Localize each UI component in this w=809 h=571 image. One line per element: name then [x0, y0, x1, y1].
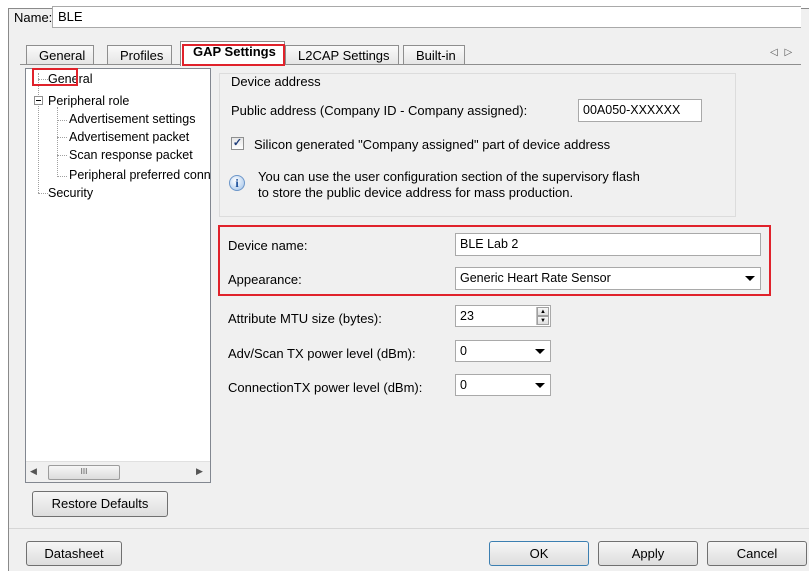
- spin-down-icon[interactable]: ▼: [537, 316, 549, 325]
- info-icon: i: [229, 175, 245, 191]
- tree-horizontal-scrollbar[interactable]: ◀ III ▶: [26, 461, 210, 482]
- tree-item-security[interactable]: Security: [48, 186, 93, 201]
- tab-scroll-arrows-icon[interactable]: ◁ ▷: [770, 47, 794, 58]
- conn-tx-label: ConnectionTX power level (dBm):: [228, 380, 423, 395]
- tree-item-advertisement-packet[interactable]: Advertisement packet: [69, 130, 189, 145]
- apply-button[interactable]: Apply: [598, 541, 698, 566]
- scroll-thumb[interactable]: III: [48, 465, 120, 480]
- tree-item-scan-response-packet[interactable]: Scan response packet: [69, 148, 193, 163]
- public-address-input[interactable]: 00A050-XXXXXX: [578, 99, 702, 122]
- tab-strip: General Profiles GAP Settings L2CAP Sett…: [20, 41, 801, 66]
- mtu-stepper[interactable]: 23 ▲ ▼: [455, 305, 551, 327]
- cancel-button[interactable]: Cancel: [707, 541, 807, 566]
- info-text-line2: to store the public device address for m…: [258, 185, 574, 200]
- tree-item-peripheral-role[interactable]: Peripheral role: [48, 94, 129, 109]
- spin-buttons[interactable]: ▲ ▼: [536, 307, 549, 325]
- mtu-value: 23: [460, 309, 474, 323]
- public-address-label: Public address (Company ID - Company ass…: [231, 103, 528, 118]
- chevron-down-icon: [535, 383, 545, 388]
- adv-tx-value: 0: [460, 344, 467, 358]
- settings-tree[interactable]: General Peripheral role Advertisement se…: [25, 68, 211, 483]
- name-label: Name:: [14, 10, 53, 25]
- silicon-generated-label: Silicon generated "Company assigned" par…: [254, 137, 611, 152]
- tab-general[interactable]: General: [26, 45, 95, 65]
- name-input[interactable]: BLE: [52, 6, 801, 28]
- collapse-icon[interactable]: [34, 96, 43, 105]
- scroll-left-icon[interactable]: ◀: [30, 466, 37, 477]
- device-address-title: Device address: [229, 74, 323, 90]
- scroll-right-icon[interactable]: ▶: [196, 466, 203, 477]
- footer-divider: [9, 528, 809, 529]
- highlight-device-fields: [218, 225, 771, 296]
- tab-baseline: [20, 64, 801, 65]
- tab-profiles[interactable]: Profiles: [107, 45, 173, 65]
- mtu-label: Attribute MTU size (bytes):: [228, 311, 382, 326]
- restore-defaults-button[interactable]: Restore Defaults: [32, 491, 168, 517]
- highlight-general: [32, 68, 78, 86]
- info-text-line1: You can use the user configuration secti…: [258, 169, 640, 184]
- tab-l2cap-settings[interactable]: L2CAP Settings: [285, 45, 399, 65]
- highlight-gap-tab: [182, 44, 285, 66]
- datasheet-button[interactable]: Datasheet: [26, 541, 122, 566]
- silicon-generated-checkbox[interactable]: ✓: [231, 137, 244, 150]
- adv-tx-label: Adv/Scan TX power level (dBm):: [228, 346, 416, 361]
- tree-item-peripheral-preferred[interactable]: Peripheral preferred connection paramete…: [69, 168, 210, 183]
- chevron-down-icon: [535, 349, 545, 354]
- tree-item-advertisement-settings[interactable]: Advertisement settings: [69, 112, 195, 127]
- spin-up-icon[interactable]: ▲: [537, 307, 549, 316]
- tab-built-in[interactable]: Built-in: [403, 45, 465, 65]
- ok-button[interactable]: OK: [489, 541, 589, 566]
- adv-tx-select[interactable]: 0: [455, 340, 551, 362]
- conn-tx-value: 0: [460, 378, 467, 392]
- conn-tx-select[interactable]: 0: [455, 374, 551, 396]
